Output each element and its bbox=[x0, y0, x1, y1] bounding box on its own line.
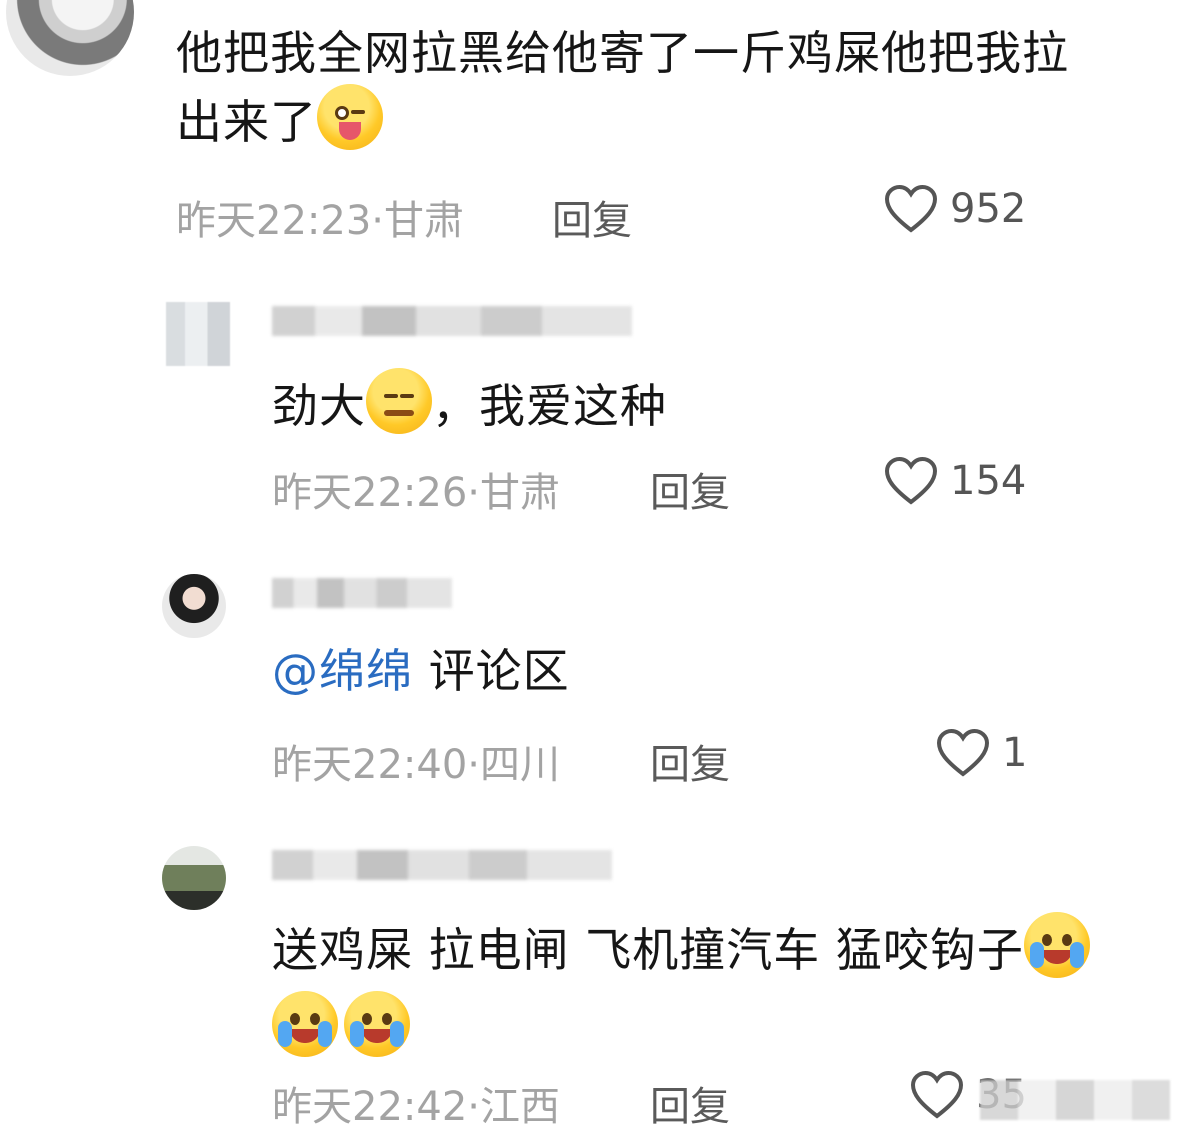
avatar[interactable] bbox=[6, 0, 134, 76]
comment-text-line-1: 他把我全网拉黑给他寄了一斤鸡屎他把我拉 bbox=[176, 26, 1069, 80]
winking-tongue-emoji-icon bbox=[317, 84, 383, 150]
crying-laughing-emoji-icon bbox=[344, 991, 410, 1057]
reply-button[interactable]: 回复 bbox=[552, 188, 632, 246]
comment-location: 甘肃 bbox=[480, 470, 560, 516]
username[interactable] bbox=[272, 578, 452, 608]
comment-meta: 昨天22:42·江西 bbox=[272, 1084, 560, 1130]
like-count: 154 bbox=[950, 458, 1027, 504]
username[interactable] bbox=[272, 850, 612, 880]
like-count: 952 bbox=[950, 186, 1027, 232]
comment-text: 送鸡屎 拉电闸 飞机撞汽车 猛咬钩子 bbox=[272, 912, 1172, 1060]
comment-time: 昨天22:26 bbox=[272, 470, 468, 516]
avatar[interactable] bbox=[166, 302, 230, 366]
reply-button[interactable]: 回复 bbox=[650, 460, 730, 518]
comment-text: @绵绵 评论区 bbox=[272, 640, 570, 702]
avatar[interactable] bbox=[162, 846, 226, 910]
comment-text: 劲大 ，我爱这种 bbox=[272, 368, 667, 437]
watermark bbox=[980, 1080, 1170, 1120]
comment-text-after: ，我爱这种 bbox=[432, 379, 667, 433]
heart-icon bbox=[884, 184, 938, 233]
comment-location: 四川 bbox=[480, 742, 560, 788]
avatar[interactable] bbox=[162, 574, 226, 638]
crying-laughing-emoji-icon bbox=[272, 991, 338, 1057]
comment-text-line-2: 出来了 bbox=[176, 95, 317, 149]
comment-time: 昨天22:42 bbox=[272, 1084, 468, 1130]
reply-button[interactable]: 回复 bbox=[650, 1074, 730, 1132]
comment-location: 江西 bbox=[480, 1084, 560, 1130]
toasting-drink-emoji-icon bbox=[366, 368, 432, 434]
heart-icon bbox=[910, 1070, 964, 1119]
comment-time: 昨天22:23 bbox=[176, 198, 372, 244]
like-button[interactable]: 1 bbox=[936, 728, 1027, 778]
comment-meta: 昨天22:40·四川 bbox=[272, 742, 560, 788]
crying-laughing-emoji-icon bbox=[1023, 912, 1090, 978]
heart-icon bbox=[936, 728, 990, 777]
comment-time: 昨天22:40 bbox=[272, 742, 468, 788]
comment-text-body: 送鸡屎 拉电闸 飞机撞汽车 猛咬钩子 bbox=[272, 923, 1024, 977]
username[interactable] bbox=[272, 306, 632, 336]
comment-meta: 昨天22:26·甘肃 bbox=[272, 470, 560, 516]
comment-text-before: 劲大 bbox=[272, 379, 366, 433]
like-count: 1 bbox=[1002, 730, 1028, 776]
comment-text-body: 评论区 bbox=[413, 644, 570, 698]
comment-location: 甘肃 bbox=[384, 198, 464, 244]
like-button[interactable]: 154 bbox=[884, 456, 1026, 506]
heart-icon bbox=[884, 456, 938, 505]
comment-meta: 昨天22:23·甘肃 bbox=[176, 198, 464, 244]
mention-link[interactable]: @绵绵 bbox=[272, 644, 413, 698]
comment-text: 他把我全网拉黑给他寄了一斤鸡屎他把我拉 出来了 bbox=[176, 22, 1176, 153]
like-button[interactable]: 952 bbox=[884, 184, 1026, 234]
reply-button[interactable]: 回复 bbox=[650, 732, 730, 790]
